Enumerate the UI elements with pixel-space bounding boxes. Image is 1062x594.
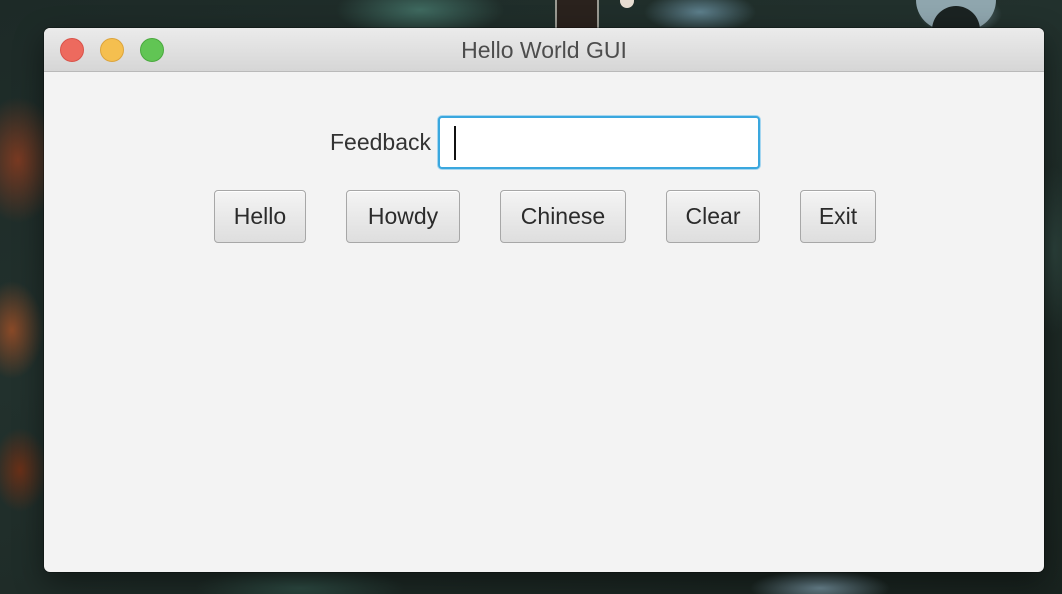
hello-button[interactable]: Hello [214, 190, 306, 243]
howdy-button[interactable]: Howdy [346, 190, 460, 243]
clear-button[interactable]: Clear [666, 190, 760, 243]
text-caret [454, 126, 456, 160]
window-title: Hello World GUI [461, 37, 627, 63]
app-window: Hello World GUI Feedback Hello Howdy Chi… [44, 28, 1044, 572]
window-content: Feedback Hello Howdy Chinese Clear Exit [44, 72, 1044, 572]
chinese-button[interactable]: Chinese [500, 190, 626, 243]
desktop-background-inlay [620, 0, 634, 8]
exit-button[interactable]: Exit [800, 190, 876, 243]
window-titlebar[interactable]: Hello World GUI [44, 28, 1044, 72]
feedback-label: Feedback [330, 129, 432, 155]
desktop-background-guitar [555, 0, 599, 30]
feedback-input[interactable] [438, 116, 760, 169]
